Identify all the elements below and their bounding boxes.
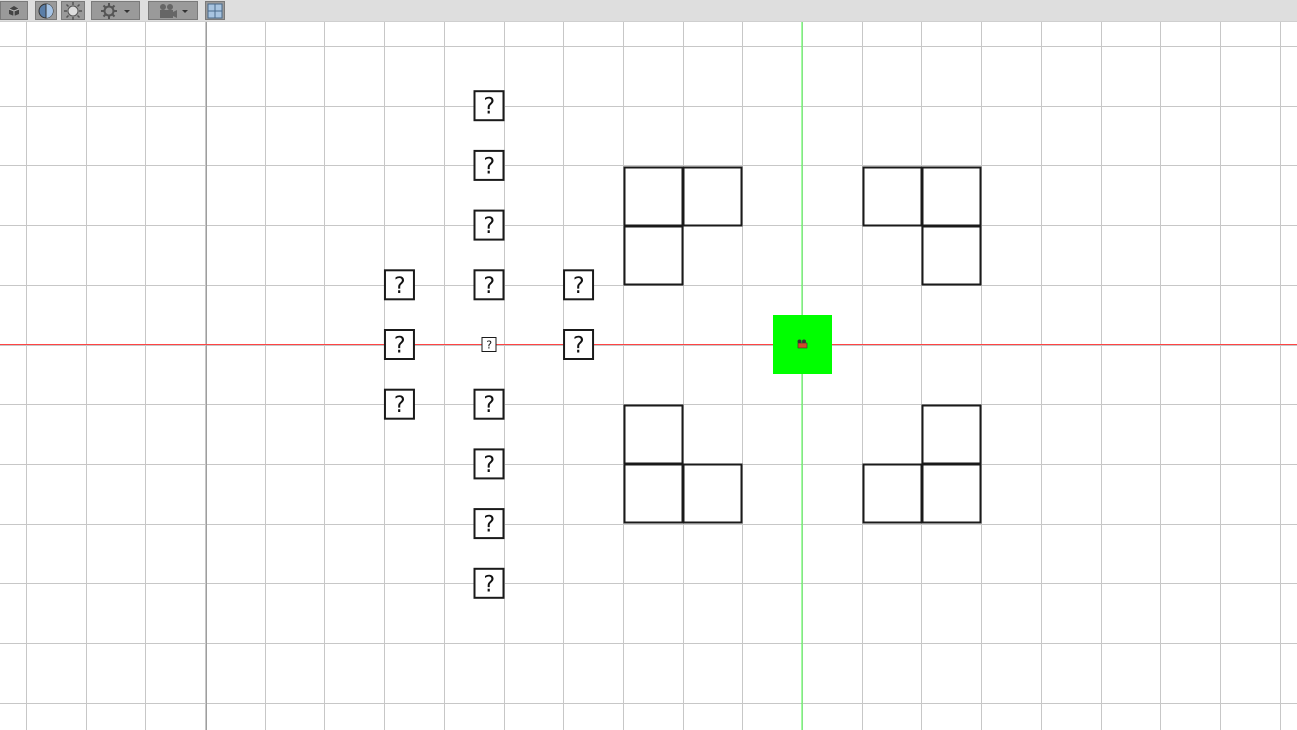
question-block[interactable]: ? <box>473 567 505 599</box>
question-mark: ? <box>572 274 585 299</box>
question-mark: ? <box>393 274 406 299</box>
platform-tile <box>921 404 982 465</box>
grid-icon <box>207 3 223 19</box>
question-block[interactable]: ? <box>383 329 415 360</box>
question-block[interactable]: ? <box>563 269 595 301</box>
scene-toolbar <box>0 0 1297 22</box>
effects-dropdown-button[interactable] <box>91 1 140 20</box>
sun-icon <box>64 1 82 20</box>
question-mark: ? <box>393 334 406 359</box>
question-block[interactable]: ? <box>473 269 505 301</box>
question-mark: ? <box>482 154 495 179</box>
question-block[interactable]: ? <box>473 90 505 122</box>
gear-dropdown-icon <box>99 2 133 19</box>
sphere-icon <box>38 3 54 19</box>
scene-viewport[interactable]: ?????????????? <box>0 22 1297 730</box>
question-block[interactable]: ? <box>473 508 505 540</box>
platform-tile <box>921 225 982 286</box>
platform-tile <box>862 463 923 524</box>
platform-tile <box>921 463 982 524</box>
question-block[interactable]: ? <box>383 388 415 420</box>
question-mark: ? <box>572 334 585 359</box>
question-block[interactable]: ? <box>473 388 505 420</box>
question-mark: ? <box>482 572 495 597</box>
platform-tile <box>623 404 684 465</box>
question-mark: ? <box>482 393 495 418</box>
question-mark: ? <box>482 453 495 478</box>
question-block[interactable]: ? <box>383 269 415 301</box>
platform-tile <box>921 166 982 227</box>
scene-canvas[interactable]: ?????????????? <box>0 22 1297 730</box>
platform-tile <box>682 166 743 227</box>
platform-tile <box>623 225 684 286</box>
question-block[interactable]: ? <box>473 149 505 181</box>
platform-tile <box>623 463 684 524</box>
view-2d-button[interactable] <box>0 1 28 20</box>
lighting-button[interactable] <box>61 1 85 20</box>
platform-tile <box>623 166 684 227</box>
question-mark: ? <box>482 214 495 239</box>
camera-dropdown-button[interactable] <box>148 1 198 20</box>
view-2d-icon <box>8 5 20 17</box>
question-mark: ? <box>393 393 406 418</box>
question-mark: ? <box>482 274 495 299</box>
question-block[interactable]: ? <box>473 209 505 241</box>
question-block[interactable]: ? <box>563 329 595 360</box>
grid-toggle-button[interactable] <box>205 1 225 20</box>
platform-tile <box>682 463 743 524</box>
sphere-toggle-button[interactable] <box>35 1 57 20</box>
platform-tile <box>862 166 923 227</box>
question-mark: ? <box>486 339 493 352</box>
question-mark: ? <box>482 95 495 120</box>
camera-dropdown-icon <box>155 3 191 19</box>
camera-gizmo-icon <box>797 339 808 349</box>
question-block[interactable]: ? <box>473 448 505 480</box>
question-block[interactable]: ? <box>481 337 497 352</box>
player-object[interactable] <box>773 315 832 374</box>
question-mark: ? <box>482 513 495 538</box>
